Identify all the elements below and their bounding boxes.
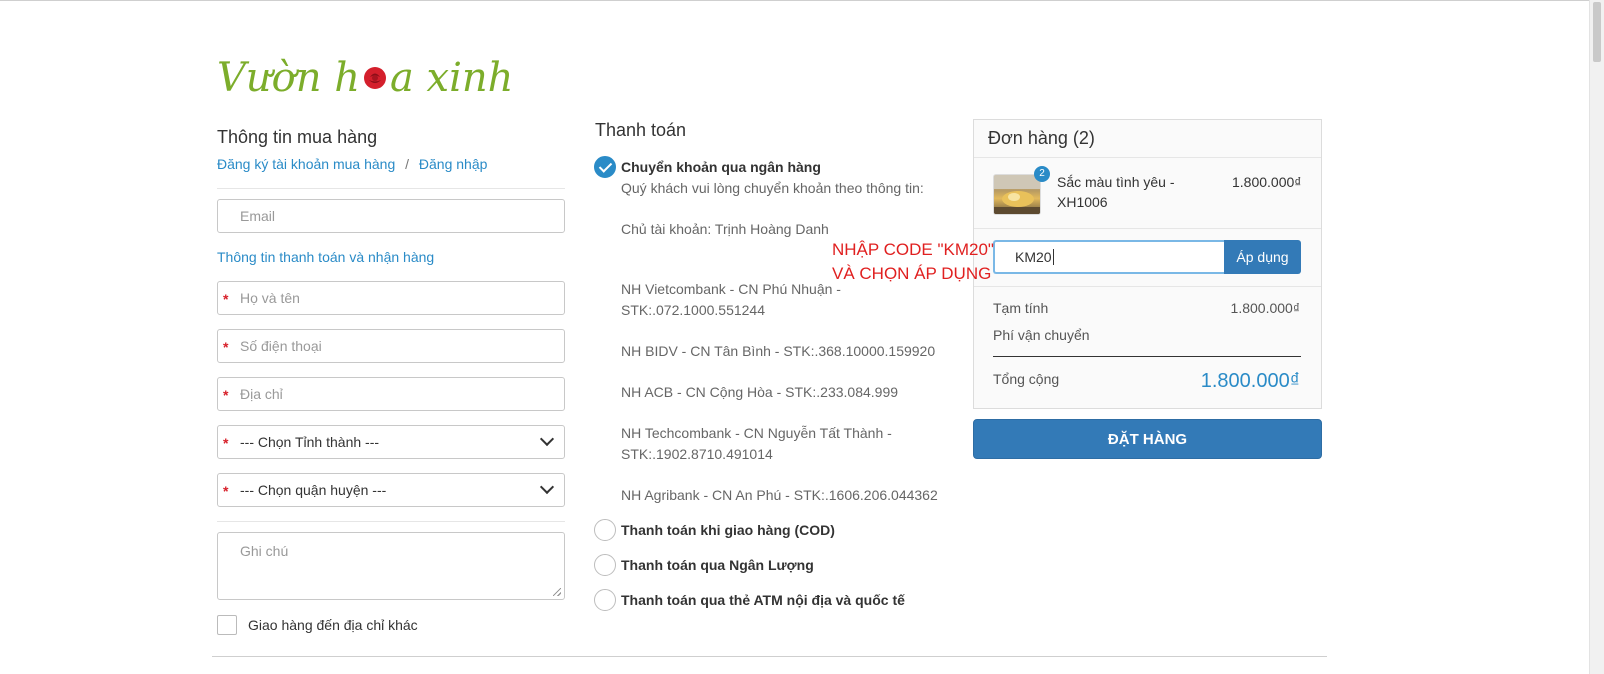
divider	[974, 286, 1321, 287]
coupon-input[interactable]: KM20	[993, 240, 1224, 274]
product-thumbnail	[993, 174, 1041, 215]
chevron-down-icon	[539, 479, 555, 495]
province-select-value: --- Chọn Tỉnh thành ---	[240, 434, 380, 450]
divider	[217, 521, 565, 522]
bank-intro-text: Quý khách vui lòng chuyển khoản theo thô…	[621, 180, 924, 196]
rose-icon	[363, 67, 386, 89]
product-name: Sắc màu tình yêu - XH1006	[1057, 174, 1175, 210]
province-select[interactable]: * --- Chọn Tỉnh thành ---	[217, 425, 565, 459]
required-mark: *	[223, 435, 229, 451]
address-field[interactable]: * Địa chỉ	[217, 377, 565, 411]
scrollbar-thumb[interactable]	[1593, 2, 1601, 62]
required-mark: *	[223, 387, 229, 403]
email-placeholder: Email	[240, 208, 276, 224]
text-cursor	[1052, 249, 1054, 265]
place-order-button[interactable]: ĐẶT HÀNG	[973, 419, 1322, 459]
nganluong-label[interactable]: Thanh toán qua Ngân Lượng	[621, 557, 814, 573]
instruction-annotation: NHẬP CODE "KM20" VÀ CHỌN ÁP DỤNG	[832, 238, 994, 286]
footer-divider	[212, 656, 1327, 657]
shipping-info-link[interactable]: Thông tin thanh toán và nhận hàng	[217, 249, 434, 265]
total-label: Tổng cộng	[993, 371, 1060, 387]
note-textarea[interactable]: Ghi chú	[217, 532, 565, 600]
page-scrollbar[interactable]	[1589, 0, 1604, 674]
techcombank-line2: STK:.1902.8710.491014	[621, 446, 773, 462]
required-mark: *	[223, 483, 229, 499]
subtotal-label: Tạm tính	[993, 300, 1049, 316]
resize-grip-icon[interactable]	[553, 588, 561, 596]
fullname-placeholder: Họ và tên	[240, 290, 300, 306]
divider	[974, 157, 1321, 158]
ship-other-label[interactable]: Giao hàng đến địa chỉ khác	[248, 617, 418, 633]
address-placeholder: Địa chỉ	[240, 386, 283, 402]
atm-label[interactable]: Thanh toán qua thẻ ATM nội địa và quốc t…	[621, 592, 905, 608]
chevron-down-icon	[539, 431, 555, 447]
total-value: 1.800.000₫	[1200, 370, 1300, 392]
required-mark: *	[223, 339, 229, 355]
product-price: 1.800.000₫	[1232, 174, 1302, 190]
order-title: Đơn hàng (2)	[988, 128, 1095, 148]
product-image-icon	[994, 175, 1040, 214]
required-mark: *	[223, 291, 229, 307]
annotation-line2: VÀ CHỌN ÁP DỤNG	[832, 264, 992, 283]
quantity-badge: 2	[1034, 166, 1050, 182]
total-divider	[993, 356, 1301, 357]
bank-transfer-radio[interactable]	[594, 156, 616, 178]
ship-other-checkbox[interactable]	[217, 615, 237, 635]
site-logo[interactable]: Vườn h a xinh	[217, 48, 513, 108]
purchase-info-title: Thông tin mua hàng	[217, 127, 378, 147]
district-select-value: --- Chọn quận huyện ---	[240, 482, 387, 498]
techcombank-line1: NH Techcombank - CN Nguyễn Tất Thành -	[621, 425, 892, 441]
payment-title: Thanh toán	[595, 120, 687, 140]
apply-coupon-button[interactable]: Áp dụng	[1224, 240, 1301, 274]
bank-transfer-label[interactable]: Chuyển khoản qua ngân hàng	[621, 159, 821, 175]
annotation-line1: NHẬP CODE "KM20"	[832, 240, 994, 259]
vietcombank-line2: STK:.072.1000.551244	[621, 302, 766, 318]
email-field[interactable]: Email	[217, 199, 565, 233]
divider	[974, 228, 1321, 229]
acb-text: NH ACB - CN Cộng Hòa - STK:.233.084.999	[621, 384, 899, 400]
note-placeholder: Ghi chú	[240, 543, 289, 559]
account-links: Đăng ký tài khoản mua hàng / Đăng nhập	[217, 156, 487, 172]
fullname-field[interactable]: * Họ và tên	[217, 281, 565, 315]
divider	[217, 188, 565, 189]
phone-placeholder: Số điện thoại	[240, 338, 322, 354]
nganluong-radio[interactable]	[594, 554, 616, 576]
phone-field[interactable]: * Số điện thoại	[217, 329, 565, 363]
logo-text-part2: a xinh	[389, 55, 514, 101]
atm-radio[interactable]	[594, 589, 616, 611]
district-select[interactable]: * --- Chọn quận huyện ---	[217, 473, 565, 507]
coupon-value: KM20	[1015, 249, 1052, 265]
bidv-text: NH BIDV - CN Tân Bình - STK:.368.10000.1…	[621, 343, 936, 359]
account-owner-text: Chủ tài khoản: Trịnh Hoàng Danh	[621, 221, 829, 237]
logo-text-part1: Vườn h	[217, 55, 360, 101]
register-link[interactable]: Đăng ký tài khoản mua hàng	[217, 156, 395, 172]
subtotal-value: 1.800.000₫	[1230, 300, 1300, 316]
shipping-fee-label: Phí vận chuyển	[993, 327, 1090, 343]
agribank-text: NH Agribank - CN An Phú - STK:.1606.206.…	[621, 487, 938, 503]
vietcombank-line1: NH Vietcombank - CN Phú Nhuận -	[621, 281, 841, 297]
window-top-border	[0, 0, 1604, 1]
cod-radio[interactable]	[594, 519, 616, 541]
cod-label[interactable]: Thanh toán khi giao hàng (COD)	[621, 522, 835, 538]
login-link[interactable]: Đăng nhập	[419, 156, 488, 172]
link-separator: /	[405, 156, 410, 172]
